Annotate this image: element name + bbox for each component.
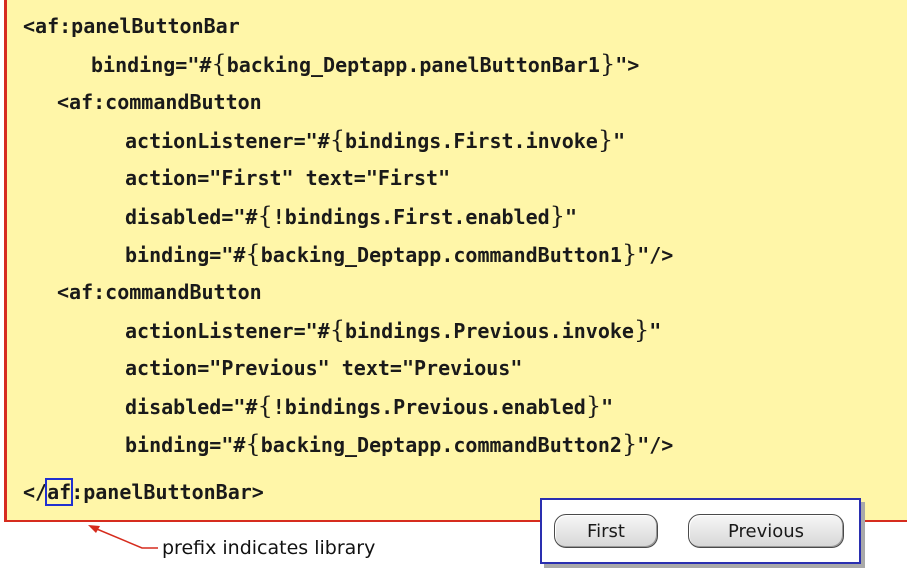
annotation-label: prefix indicates library: [162, 537, 376, 559]
slide: <af:panelButtonBar binding="#{backing_De…: [0, 0, 907, 568]
first-button[interactable]: First: [554, 514, 658, 548]
arrow-line: [91, 526, 158, 549]
arrow-head: [88, 525, 100, 533]
annotation-arrow: [88, 525, 158, 549]
previous-button[interactable]: Previous: [688, 514, 844, 548]
rendered-button-bar: First Previous: [540, 498, 861, 564]
